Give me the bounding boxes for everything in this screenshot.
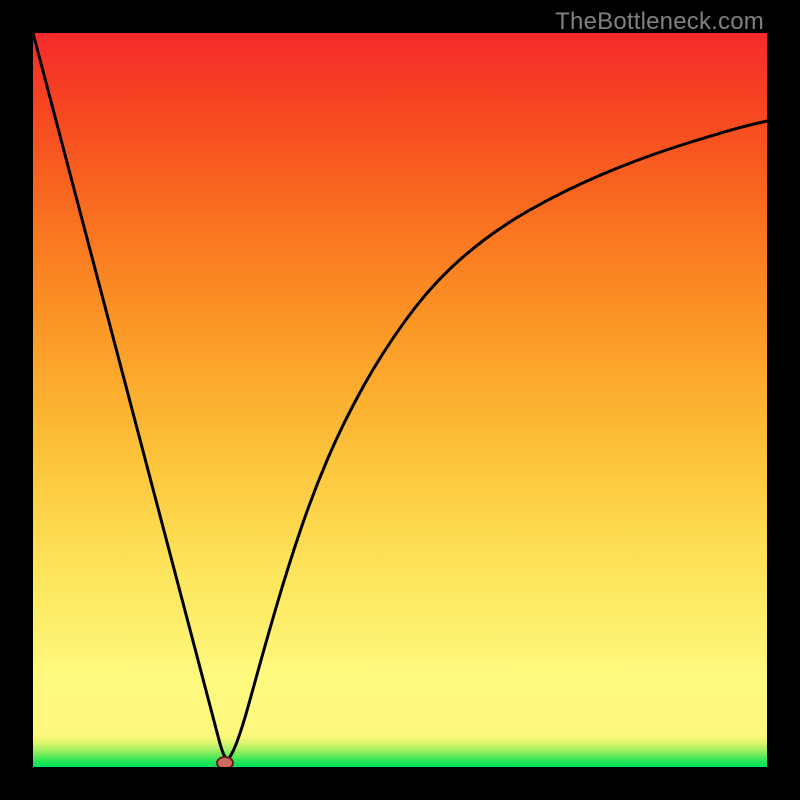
chart-frame: TheBottleneck.com — [0, 0, 800, 800]
plot-area — [33, 33, 767, 767]
bottleneck-curve — [33, 33, 767, 759]
watermark-text: TheBottleneck.com — [555, 8, 764, 36]
optimum-point-marker — [217, 757, 233, 767]
light-yellow-band — [33, 659, 767, 733]
curve-layer — [33, 33, 767, 767]
